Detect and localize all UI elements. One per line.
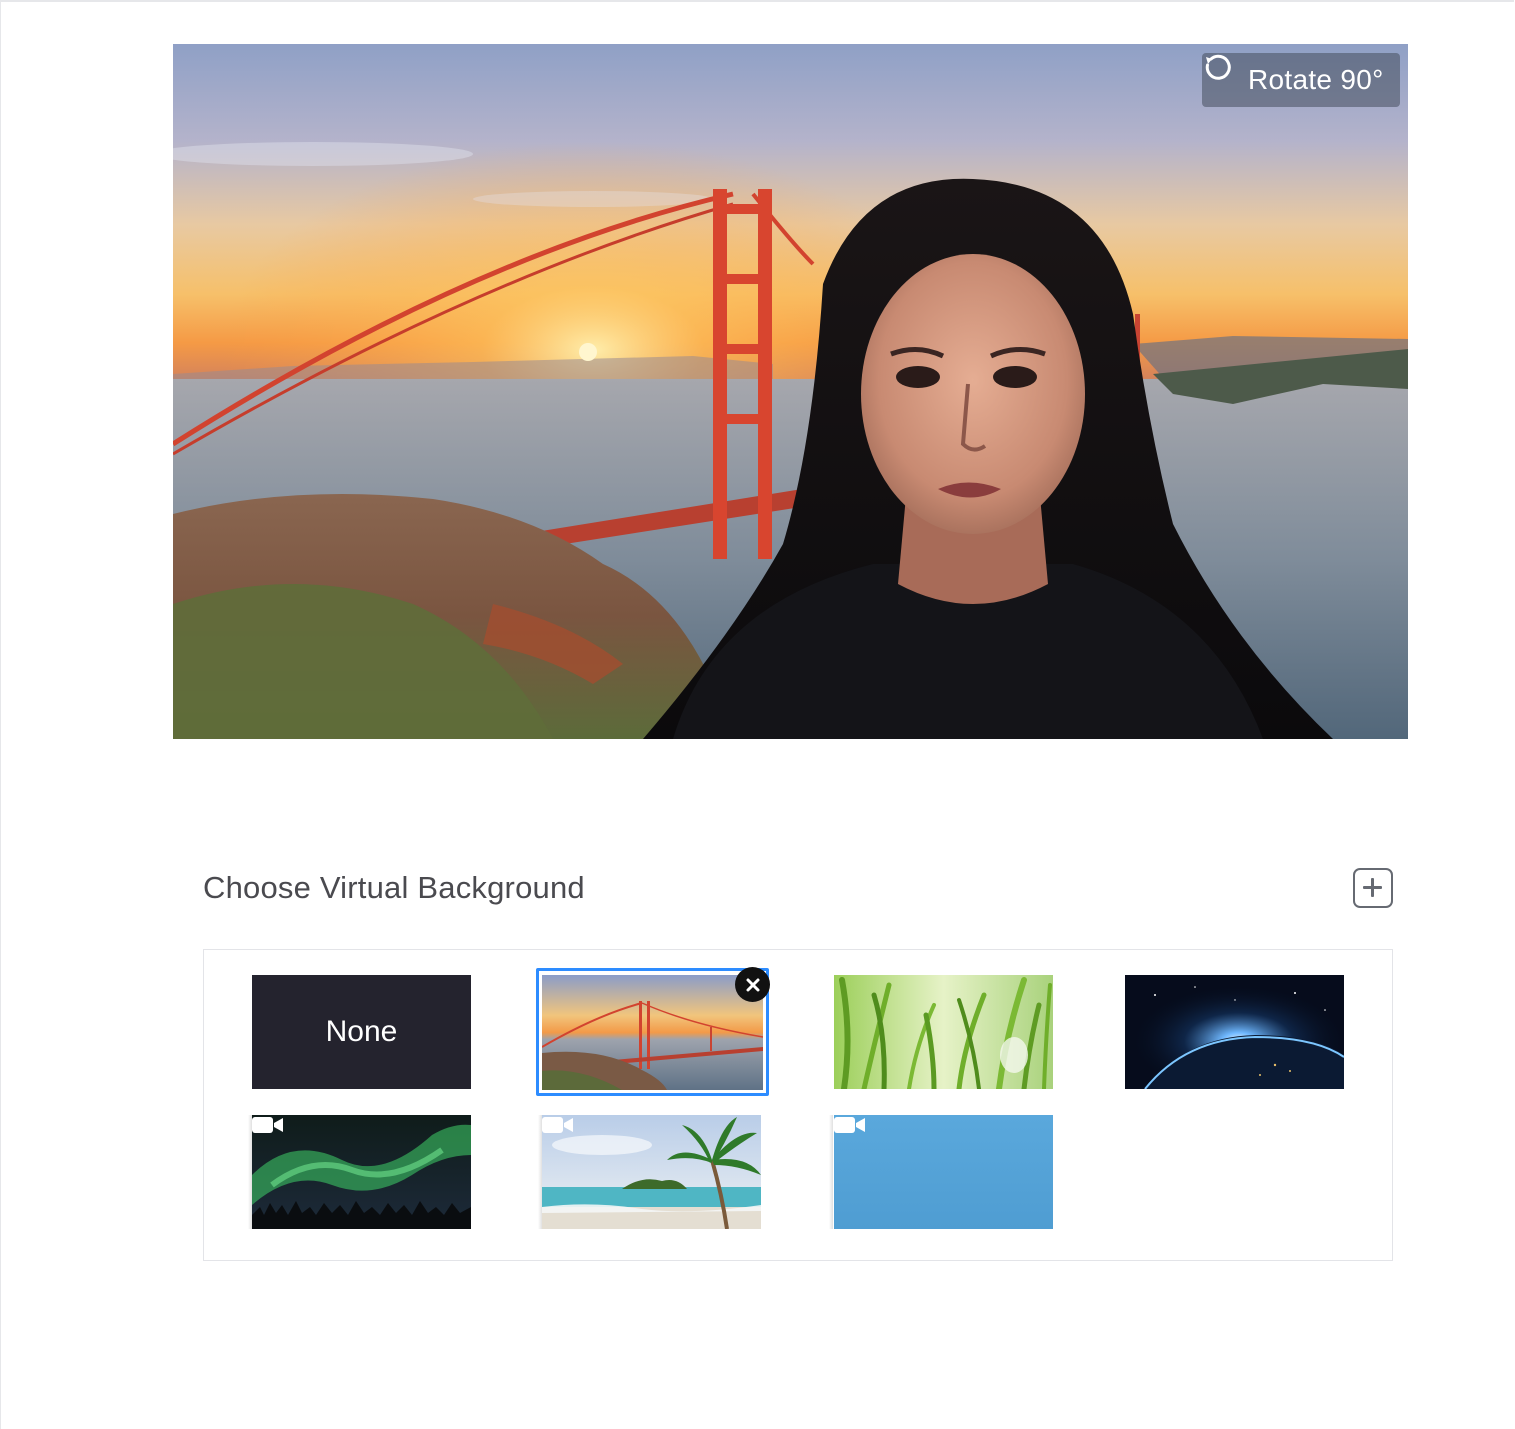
grass-thumbnail bbox=[834, 975, 1053, 1089]
rotate-90-button[interactable]: Rotate 90° bbox=[1202, 53, 1400, 107]
rotate-90-label: Rotate 90° bbox=[1248, 64, 1384, 95]
beach-thumbnail bbox=[542, 1115, 761, 1229]
video-camera-icon bbox=[542, 1117, 573, 1133]
add-background-button[interactable] bbox=[1353, 868, 1393, 908]
preview-scene bbox=[173, 44, 1408, 739]
video-camera-icon bbox=[834, 1117, 865, 1133]
tile-shadow bbox=[829, 1115, 833, 1229]
background-option-grass[interactable] bbox=[834, 975, 1053, 1089]
virtual-background-settings-window: Rotate 90° Choose Virtual Background Non… bbox=[0, 0, 1514, 1429]
background-option-label: None bbox=[325, 1015, 398, 1048]
background-option-blue[interactable] bbox=[834, 1115, 1053, 1229]
earth-thumbnail bbox=[1125, 975, 1344, 1089]
aurora-thumbnail bbox=[252, 1115, 471, 1229]
background-option-earth[interactable] bbox=[1125, 975, 1344, 1089]
background-option-beach[interactable] bbox=[542, 1115, 761, 1229]
close-icon bbox=[746, 978, 759, 991]
choose-background-title: Choose Virtual Background bbox=[203, 870, 585, 905]
camera-preview: Rotate 90° bbox=[173, 44, 1408, 739]
background-option-aurora[interactable] bbox=[252, 1115, 471, 1229]
selected-background-highlight bbox=[536, 968, 769, 1096]
rotate-ccw-icon bbox=[1205, 54, 1240, 95]
background-option-none[interactable]: None bbox=[252, 975, 471, 1089]
remove-background-button[interactable] bbox=[735, 967, 770, 1002]
video-camera-icon bbox=[252, 1117, 283, 1133]
